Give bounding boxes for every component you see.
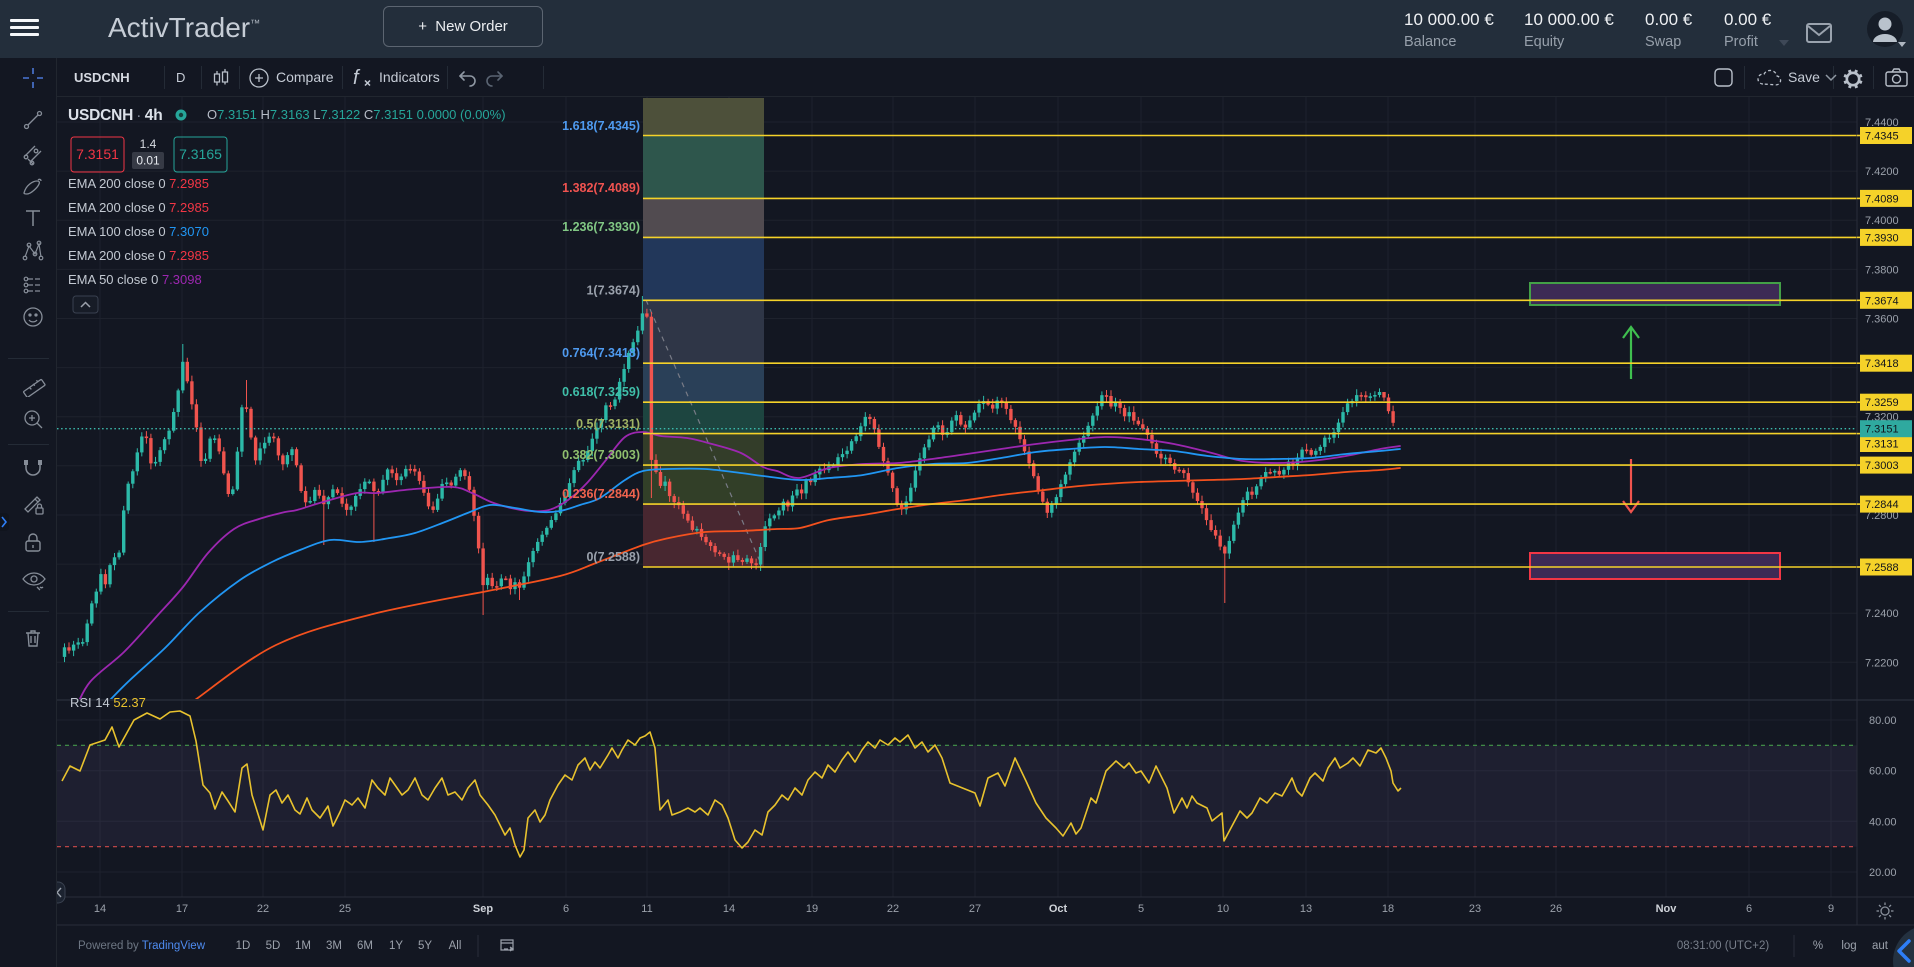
svg-text:EMA 100 close 0 7.3070: EMA 100 close 0 7.3070 [68,224,209,239]
svg-text:40.00: 40.00 [1869,816,1897,828]
svg-text:7.4345: 7.4345 [1865,131,1899,143]
svg-text:14: 14 [94,903,106,915]
svg-text:Nov: Nov [1656,903,1678,915]
svg-text:22: 22 [257,903,269,915]
svg-text:7.2400: 7.2400 [1865,608,1899,620]
svg-text:7.3165: 7.3165 [179,146,222,162]
svg-text:1D: 1D [236,940,251,952]
svg-text:%: % [1813,940,1823,952]
svg-text:0.382(7.3003): 0.382(7.3003) [562,448,640,462]
svg-text:0.236(7.2844): 0.236(7.2844) [562,487,640,501]
svg-text:7.2844: 7.2844 [1865,499,1899,511]
svg-text:EMA 200 close 0 7.2985: EMA 200 close 0 7.2985 [68,248,209,263]
svg-text:27: 27 [969,903,981,915]
svg-text:1.382(7.4089): 1.382(7.4089) [562,181,640,195]
svg-text:0.5(7.3131): 0.5(7.3131) [576,417,640,431]
svg-text:log: log [1841,940,1856,952]
svg-text:7.3151: 7.3151 [76,146,119,162]
svg-text:14: 14 [723,903,735,915]
svg-text:Powered by TradingView: Powered by TradingView [78,940,206,952]
svg-text:7.2200: 7.2200 [1865,657,1899,669]
svg-text:25: 25 [339,903,351,915]
svg-text:7.4200: 7.4200 [1865,166,1899,178]
svg-text:5Y: 5Y [418,940,432,952]
svg-text:EMA 200 close 0 7.2985: EMA 200 close 0 7.2985 [68,176,209,191]
svg-text:1M: 1M [295,940,311,952]
svg-text:6M: 6M [357,940,373,952]
svg-text:13: 13 [1300,903,1312,915]
svg-text:All: All [449,940,462,952]
svg-text:0(7.2588): 0(7.2588) [586,550,640,564]
svg-text:7.3600: 7.3600 [1865,314,1899,326]
svg-text:Sep: Sep [473,903,493,915]
svg-text:7.3151: 7.3151 [1865,424,1899,436]
svg-text:23: 23 [1469,903,1481,915]
svg-text:7.3674: 7.3674 [1865,295,1899,307]
svg-text:22: 22 [887,903,899,915]
svg-text:1.236(7.3930): 1.236(7.3930) [562,220,640,234]
svg-text:26: 26 [1550,903,1562,915]
svg-text:20.00: 20.00 [1869,867,1897,879]
svg-text:1(7.3674): 1(7.3674) [586,284,640,298]
svg-text:9: 9 [1828,903,1834,915]
svg-text:17: 17 [176,903,188,915]
svg-text:f: f [353,67,361,89]
svg-text:6: 6 [563,903,569,915]
svg-text:7.3259: 7.3259 [1865,397,1899,409]
svg-text:7.3800: 7.3800 [1865,264,1899,276]
svg-text:7.3930: 7.3930 [1865,232,1899,244]
svg-text:19: 19 [806,903,818,915]
svg-text:6: 6 [1746,903,1752,915]
svg-text:7.4000: 7.4000 [1865,215,1899,227]
svg-text:RSI 14 52.37: RSI 14 52.37 [70,695,146,710]
svg-text:EMA 50 close 0 7.3098: EMA 50 close 0 7.3098 [68,272,202,287]
svg-text:0.618(7.3259): 0.618(7.3259) [562,385,640,399]
svg-text:10: 10 [1217,903,1229,915]
svg-text:18: 18 [1382,903,1394,915]
svg-text:5: 5 [1138,903,1144,915]
svg-text:7.2588: 7.2588 [1865,562,1899,574]
svg-text:EMA 200 close 0 7.2985: EMA 200 close 0 7.2985 [68,200,209,215]
svg-text:0.01: 0.01 [136,154,160,168]
svg-text:60.00: 60.00 [1869,766,1897,778]
svg-text:USDCNH · 4h: USDCNH · 4h [68,107,162,124]
svg-text:Oct: Oct [1049,903,1068,915]
svg-text:80.00: 80.00 [1869,715,1897,727]
svg-text:11: 11 [641,903,652,915]
svg-text:aut: aut [1872,940,1889,952]
svg-text:1.4: 1.4 [140,137,157,151]
svg-text:7.3418: 7.3418 [1865,358,1899,370]
svg-text:1Y: 1Y [389,940,403,952]
svg-text:7.3131: 7.3131 [1865,439,1899,451]
svg-text:1.618(7.4345): 1.618(7.4345) [562,119,640,133]
svg-text:O7.3151 H7.3163 L7.3122 C7.315: O7.3151 H7.3163 L7.3122 C7.3151 0.0000 (… [207,107,506,122]
svg-text:3M: 3M [326,940,342,952]
svg-text:08:31:00 (UTC+2): 08:31:00 (UTC+2) [1677,940,1770,952]
svg-text:7.4089: 7.4089 [1865,193,1899,205]
svg-text:7.3003: 7.3003 [1865,460,1899,472]
svg-text:0.764(7.3418): 0.764(7.3418) [562,346,640,360]
svg-text:5D: 5D [266,940,281,952]
